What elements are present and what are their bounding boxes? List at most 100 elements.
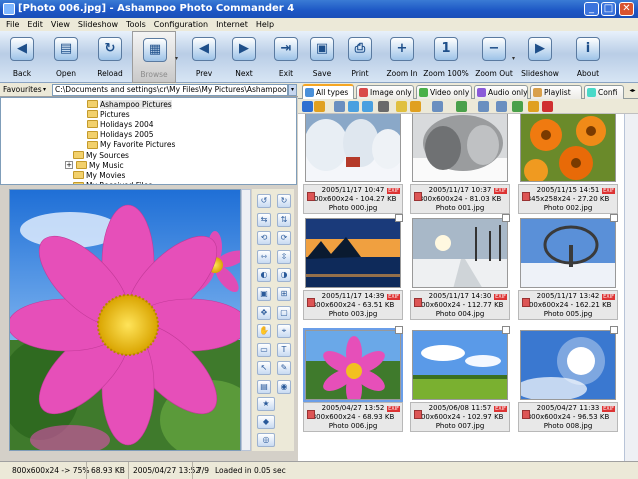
select-checkbox[interactable] bbox=[502, 214, 510, 222]
select-checkbox[interactable] bbox=[395, 326, 403, 334]
browse-dropdown-icon[interactable]: ▾ bbox=[175, 55, 178, 62]
redo-tool-icon[interactable]: ⟳ bbox=[277, 231, 291, 246]
move-icon[interactable] bbox=[512, 101, 523, 112]
rotate-right-tool-icon[interactable]: ↻ bbox=[277, 194, 291, 208]
menu-tools[interactable]: Tools bbox=[122, 18, 150, 31]
target-tool-icon[interactable]: ⌖ bbox=[277, 324, 291, 339]
tree-item[interactable]: My Movies bbox=[73, 170, 125, 180]
thumbnail-image[interactable] bbox=[520, 218, 616, 288]
sort-icon[interactable] bbox=[432, 101, 443, 112]
thumbnail-item[interactable]: EXIF 2005/11/17 10:47 800x600x24 - 104.27 … bbox=[303, 114, 403, 219]
frame-tool-icon[interactable]: ▭ bbox=[257, 342, 271, 357]
minimize-button[interactable]: _ bbox=[584, 2, 599, 16]
rename-icon[interactable] bbox=[528, 101, 539, 112]
path-input[interactable]: C:\Documents and settings\cr\My Files\My… bbox=[52, 84, 288, 96]
contrast-tool-icon[interactable]: ◑ bbox=[277, 268, 291, 283]
thumbnail-item[interactable]: EXIF 2005/06/08 11:57 800x600x24 - 102.97 … bbox=[410, 326, 510, 437]
tab-image-only[interactable]: Image only bbox=[356, 85, 414, 99]
select-checkbox[interactable] bbox=[610, 214, 618, 222]
select-checkbox[interactable] bbox=[502, 326, 510, 334]
thumbnail-item[interactable]: EXIF 2005/11/17 14:39 800x600x24 - 63.51 K… bbox=[303, 214, 403, 325]
tab-audio-only[interactable]: Audio only bbox=[474, 85, 528, 99]
tab-all-types[interactable]: All types bbox=[302, 84, 354, 100]
view-thumbs-icon[interactable] bbox=[362, 101, 373, 112]
maximize-button[interactable]: □ bbox=[601, 2, 616, 16]
preview-scrollbar[interactable] bbox=[241, 189, 251, 451]
thumbnail-image[interactable] bbox=[412, 330, 508, 400]
thumbnail-item[interactable]: EXIF 2005/11/15 14:51 345x258x24 - 27.20 K… bbox=[518, 114, 618, 219]
toolbar-zoom-out-button[interactable]: − Zoom Out bbox=[472, 31, 516, 83]
pencil-tool-icon[interactable]: ✎ bbox=[277, 361, 291, 376]
mirror-tool-icon[interactable]: ⇿ bbox=[257, 249, 271, 264]
thumbnail-image[interactable] bbox=[303, 328, 403, 402]
menu-configuration[interactable]: Configuration bbox=[150, 18, 212, 31]
palette-tool-icon[interactable]: ◆ bbox=[257, 415, 275, 429]
select-checkbox[interactable] bbox=[610, 326, 618, 334]
toolbar-zoom-100--button[interactable]: 1 Zoom 100% bbox=[423, 31, 469, 83]
thumbnail-image[interactable] bbox=[305, 218, 401, 288]
thumbnail-item[interactable]: EXIF 2005/11/17 13:42 800x600x24 - 162.21 … bbox=[518, 214, 618, 325]
hand-tool-icon[interactable]: ✋ bbox=[257, 324, 271, 339]
rotate-left-tool-icon[interactable]: ↺ bbox=[257, 194, 271, 208]
close-button[interactable]: ✕ bbox=[619, 2, 634, 16]
tab-playlist[interactable]: Playlist bbox=[530, 85, 582, 99]
tab-video-only[interactable]: Video only bbox=[416, 85, 472, 99]
resize-tool-icon[interactable]: ⊞ bbox=[277, 287, 291, 301]
tab-scroll-arrows[interactable]: ◂▸ bbox=[627, 86, 638, 96]
grid-scrollbar[interactable] bbox=[624, 114, 638, 461]
toolbar-about-button[interactable]: i About bbox=[566, 31, 610, 83]
tree-item[interactable]: My Sources bbox=[73, 150, 129, 160]
tree-item[interactable]: Holidays 2004 bbox=[87, 119, 154, 129]
color-tool-icon[interactable]: ◉ bbox=[277, 380, 291, 394]
thumbnail-image[interactable] bbox=[305, 114, 401, 182]
thumbnail-image[interactable] bbox=[412, 218, 508, 288]
tab-confi[interactable]: Confi bbox=[584, 85, 624, 99]
menu-file[interactable]: File bbox=[2, 18, 23, 31]
favorite-icon[interactable] bbox=[396, 101, 407, 112]
folder-up-icon[interactable] bbox=[314, 101, 325, 112]
crop-tool-icon[interactable]: ▣ bbox=[257, 287, 271, 301]
menu-slideshow[interactable]: Slideshow bbox=[74, 18, 122, 31]
toolbar-slideshow-button[interactable]: ▶ Slideshow bbox=[518, 31, 562, 83]
view-list-icon[interactable] bbox=[334, 101, 345, 112]
tree-item[interactable]: Ashampoo Pictures bbox=[87, 99, 172, 109]
menu-edit[interactable]: Edit bbox=[23, 18, 47, 31]
view-details-icon[interactable] bbox=[348, 101, 359, 112]
favourites-dropdown-icon[interactable]: ▾ bbox=[43, 84, 46, 96]
filter-tool-icon[interactable]: ▤ bbox=[257, 380, 271, 394]
copy-icon[interactable] bbox=[496, 101, 507, 112]
menu-help[interactable]: Help bbox=[252, 18, 278, 31]
toolbar-reload-button[interactable]: ↻ Reload bbox=[88, 31, 132, 83]
path-dropdown-button[interactable]: ▾ bbox=[288, 84, 297, 96]
settings-tool-icon[interactable]: ◎ bbox=[257, 433, 275, 447]
brightness-tool-icon[interactable]: ◐ bbox=[257, 268, 271, 283]
delete-icon[interactable] bbox=[542, 101, 553, 112]
menu-internet[interactable]: Internet bbox=[212, 18, 252, 31]
properties-icon[interactable] bbox=[378, 101, 389, 112]
back-icon[interactable] bbox=[302, 101, 313, 112]
select-all-icon[interactable] bbox=[478, 101, 489, 112]
flip-v-tool-icon[interactable]: ⇅ bbox=[277, 212, 291, 227]
new-folder-icon[interactable] bbox=[410, 101, 421, 112]
toolbar-browse-button[interactable]: ▦ Browse bbox=[132, 31, 176, 83]
select-checkbox[interactable] bbox=[395, 214, 403, 222]
undo-tool-icon[interactable]: ⟲ bbox=[257, 231, 271, 246]
tree-item[interactable]: + My Music bbox=[65, 160, 124, 170]
tree-expander-icon[interactable]: + bbox=[65, 161, 73, 170]
menu-view[interactable]: View bbox=[47, 18, 74, 31]
thumbnail-image[interactable] bbox=[520, 114, 616, 182]
tree-item[interactable]: Pictures bbox=[87, 109, 130, 119]
move-tool-icon[interactable]: ✥ bbox=[257, 305, 271, 320]
text-tool-icon[interactable]: T bbox=[277, 342, 291, 357]
filter-icon[interactable] bbox=[456, 101, 467, 112]
thumbnail-item[interactable]: EXIF 2005/11/17 10:37 800x600x24 - 81.03 K… bbox=[410, 114, 510, 219]
slideshow-dropdown-icon[interactable]: ▾ bbox=[512, 55, 515, 62]
stretch-tool-icon[interactable]: ⇳ bbox=[277, 249, 291, 264]
thumbnail-item[interactable]: EXIF 2005/04/27 13:52 800x600x24 - 68.93 K… bbox=[303, 326, 403, 437]
star-tool-icon[interactable]: ★ bbox=[257, 397, 275, 411]
thumbnail-item[interactable]: EXIF 2005/04/27 11:33 800x600x24 - 96.53 K… bbox=[518, 326, 618, 437]
arrow-tool-icon[interactable]: ↖ bbox=[257, 361, 271, 376]
tree-item[interactable]: Holidays 2005 bbox=[87, 130, 154, 140]
tree-item[interactable]: My Favorite Pictures bbox=[87, 140, 175, 150]
thumbnail-image[interactable] bbox=[520, 330, 616, 400]
